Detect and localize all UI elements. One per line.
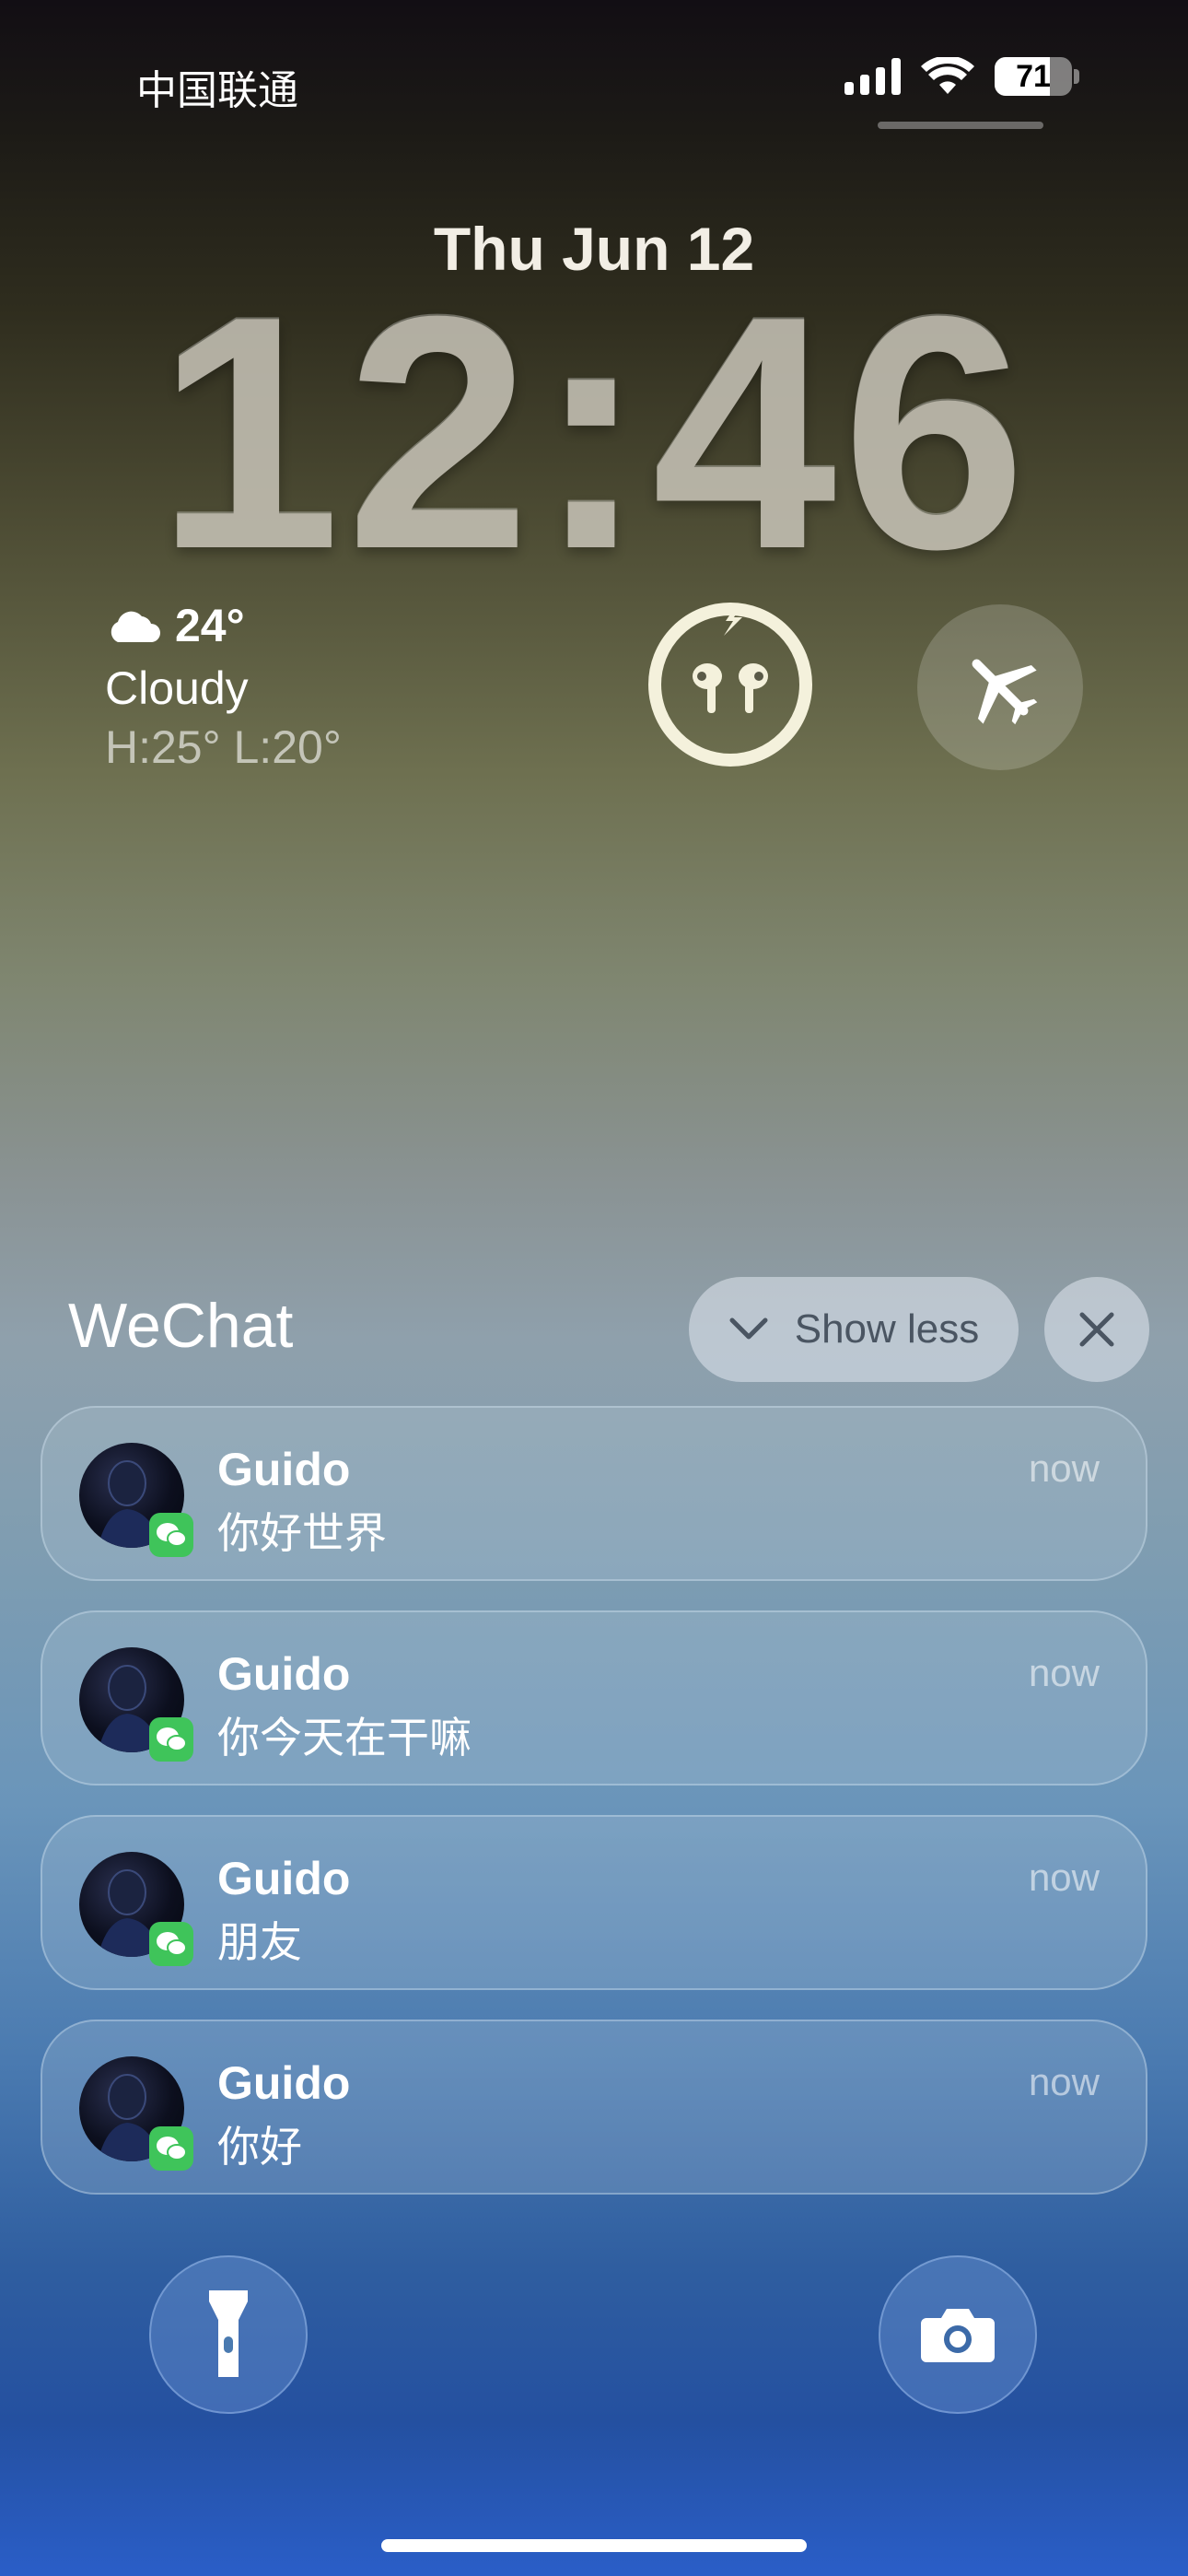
notification-sender: Guido [217,1853,351,1904]
notification-time: now [1028,2060,1100,2103]
airpods-charging-icon[interactable] [646,601,814,768]
notification-sender: Guido [217,1444,351,1495]
camera-icon [921,2309,995,2362]
notification-app-title: WeChat [68,1291,294,1361]
notification-card[interactable]: Guido 朋友 now [41,1815,1147,1990]
close-icon [1079,1312,1114,1347]
notification-message: 你好 [217,2122,302,2172]
airplane-icon [972,659,1038,725]
wechat-icon [149,1513,193,1557]
battery-icon: 71 [995,57,1079,96]
notification-time: now [1028,1856,1100,1899]
notification-time: now [1028,1446,1100,1490]
control-center-grabber[interactable] [878,122,1043,129]
wechat-icon [149,2126,193,2171]
battery-percent: 71 [1016,59,1051,94]
cellular-signal-icon [844,58,901,95]
lock-time: 12:46 [156,248,1032,618]
cloud-icon [111,611,160,642]
carrier-label: 中国联通 [136,68,298,113]
status-icons: 71 [844,57,1079,96]
notification-time: now [1028,1651,1100,1694]
notification-message: 你今天在干嘛 [217,1713,472,1762]
show-less-button[interactable]: Show less [689,1277,1019,1382]
weather-temp: 24° [175,600,245,651]
home-indicator[interactable] [381,2539,807,2552]
notification-card[interactable]: Guido 你好 now [41,2020,1147,2195]
weather-widget[interactable]: 24° Cloudy H:25° L:20° [105,599,342,774]
flashlight-button[interactable] [149,2255,308,2414]
notification-sender: Guido [217,1648,351,1700]
wechat-icon [149,1717,193,1762]
notification-message: 你好世界 [217,1508,387,1558]
airplane-mode-widget[interactable] [917,604,1083,770]
weather-high-low: H:25° L:20° [105,721,342,773]
weather-condition: Cloudy [105,662,249,714]
notification-sender: Guido [217,2057,351,2109]
notification-card[interactable]: Guido 你好世界 now [41,1406,1147,1581]
notification-card[interactable]: Guido 你今天在干嘛 now [41,1610,1147,1786]
chevron-down-icon [729,1317,768,1340]
show-less-label: Show less [794,1306,980,1352]
wechat-icon [149,1922,193,1966]
camera-button[interactable] [879,2255,1037,2414]
notification-message: 朋友 [217,1917,302,1967]
wifi-icon [921,57,974,94]
clear-notifications-button[interactable] [1044,1277,1149,1382]
flashlight-icon [209,2290,248,2377]
